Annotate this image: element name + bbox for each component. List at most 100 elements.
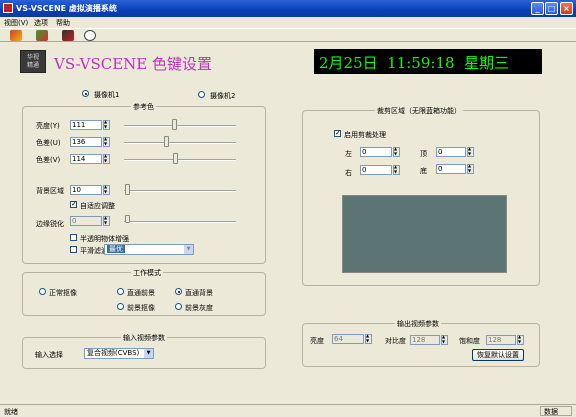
color-u-slider[interactable] [164, 136, 169, 147]
main-panel: 华视 精通 VS-VSCENE 色键设置 2月25日 11:59:18 星期三 … [2, 44, 574, 402]
crop-left-spin[interactable] [393, 146, 400, 157]
crop-enable-checkbox[interactable]: ✓ [334, 130, 341, 137]
mode-normal-label: 正常抠像 [49, 289, 77, 297]
smooth-checkbox[interactable] [70, 246, 77, 253]
chevron-down-icon[interactable]: ▼ [184, 245, 193, 254]
mode-direct-bg-label: 直通背景 [185, 289, 213, 297]
mode-fg-key-label: 前景抠像 [127, 304, 155, 312]
crop-bottom-spin[interactable] [467, 163, 474, 174]
logo: 华视 精通 [20, 50, 46, 73]
menu-view[interactable]: 视图(V) [4, 18, 28, 28]
input-video-title: 输入视频参数 [121, 333, 167, 343]
smooth-select[interactable]: 最优 ▼ [104, 244, 194, 255]
title-bar: VS-VSCENE 虚拟演播系统 _ □ × [0, 0, 576, 17]
crop-left-input[interactable]: 0 [360, 147, 392, 157]
menu-options[interactable]: 选项 [34, 18, 48, 28]
brightness-slider-track [124, 125, 236, 127]
bg-area-label: 背景区域 [36, 187, 64, 195]
input-select-label: 输入选择 [35, 351, 63, 359]
color-v-spin[interactable] [103, 153, 110, 164]
brightness-spin[interactable] [103, 119, 110, 130]
reset-defaults-button[interactable]: 恢复默认设置 [472, 349, 524, 361]
crop-title: 裁剪区域（无限蓝箱功能） [375, 106, 463, 116]
status-bar: 就绪 数据 [0, 404, 576, 416]
exit-icon[interactable] [10, 30, 22, 41]
edge-sharpen-spin[interactable] [103, 215, 110, 226]
output-video-title: 输出视频参数 [395, 319, 441, 329]
app-icon [3, 3, 13, 13]
saturation-label: 饱和度 [459, 337, 480, 345]
color-u-slider-track [124, 142, 236, 144]
color-u-label: 色差(U) [36, 139, 61, 147]
crop-right-spin[interactable] [393, 164, 400, 175]
bg-area-input[interactable]: 10 [70, 185, 102, 195]
crop-preview[interactable] [342, 195, 507, 273]
crop-right-input[interactable]: 0 [360, 165, 392, 175]
toolbar [0, 28, 576, 42]
work-mode-title: 工作模式 [131, 268, 163, 278]
adaptive-label: 自适应调整 [80, 202, 115, 210]
brightness-slider[interactable] [172, 119, 177, 130]
contrast-input[interactable]: 128 [410, 335, 440, 345]
crop-enable-label: 启用剪裁处理 [344, 131, 386, 139]
saturation-spin[interactable] [517, 334, 524, 345]
contrast-spin[interactable] [441, 334, 448, 345]
bg-area-spin[interactable] [103, 184, 110, 195]
crop-top-input[interactable]: 0 [436, 147, 466, 157]
saturation-input[interactable]: 128 [486, 335, 516, 345]
menu-bar: 视图(V) 选项 帮助 [0, 17, 576, 28]
crop-left-label: 左 [345, 150, 352, 158]
input-select-value: 复合视频(CVBS) [87, 349, 140, 357]
crop-top-spin[interactable] [467, 146, 474, 157]
camera2-label: 摄像机2 [210, 92, 236, 100]
camera1-radio[interactable] [82, 90, 89, 97]
out-brightness-input[interactable]: 64 [332, 334, 364, 344]
edge-sharpen-slider-track [124, 221, 236, 223]
edge-sharpen-slider[interactable] [125, 215, 130, 223]
mode-normal-radio[interactable] [39, 288, 46, 295]
mode-direct-fg-radio[interactable] [117, 288, 124, 295]
translucent-label: 半透明物体增强 [80, 235, 129, 243]
crop-bottom-input[interactable]: 0 [436, 164, 466, 174]
out-brightness-spin[interactable] [365, 333, 372, 344]
brightness-input[interactable]: 111 [70, 120, 102, 130]
clock-icon[interactable] [84, 30, 96, 41]
ref-color-title: 参考色 [131, 102, 156, 112]
crop-top-label: 顶 [420, 150, 427, 158]
chevron-down-icon[interactable]: ▼ [144, 349, 153, 358]
clock-text: 2月25日 11:59:18 星期三 [319, 54, 510, 72]
input-select[interactable]: 复合视频(CVBS) ▼ [84, 348, 154, 359]
smooth-select-value: 最优 [107, 245, 125, 253]
out-brightness-label: 亮度 [310, 337, 324, 345]
edge-sharpen-input[interactable]: 0 [70, 216, 102, 226]
minimize-button[interactable]: _ [531, 2, 544, 15]
adaptive-checkbox[interactable]: ✓ [70, 201, 77, 208]
color-u-spin[interactable] [103, 136, 110, 147]
menu-help[interactable]: 帮助 [56, 18, 70, 28]
color-v-label: 色差(V) [36, 156, 61, 164]
crop-right-label: 右 [345, 169, 352, 177]
close-button[interactable]: × [560, 2, 573, 15]
edge-sharpen-label: 边缘锐化 [36, 220, 64, 228]
crop-bottom-label: 底 [420, 167, 427, 175]
display-icon[interactable] [62, 30, 74, 41]
mode-fg-key-radio[interactable] [117, 303, 124, 310]
mode-fg-gray-radio[interactable] [175, 303, 182, 310]
camera1-label: 摄像机1 [94, 91, 120, 99]
color-v-input[interactable]: 114 [70, 154, 102, 164]
mode-fg-gray-label: 前景灰度 [185, 304, 213, 312]
mode-direct-fg-label: 直通前景 [127, 289, 155, 297]
brightness-label: 亮度(Y) [36, 122, 60, 130]
bg-area-slider[interactable] [125, 184, 130, 195]
camera2-radio[interactable] [198, 91, 205, 98]
camera-icon[interactable] [36, 30, 48, 41]
color-v-slider[interactable] [173, 153, 178, 164]
contrast-label: 对比度 [385, 337, 406, 345]
window-title: VS-VSCENE 虚拟演播系统 [16, 4, 117, 13]
mode-direct-bg-radio[interactable] [175, 288, 182, 295]
bg-area-slider-track [124, 190, 236, 192]
maximize-button[interactable]: □ [545, 2, 558, 15]
page-title: VS-VSCENE 色键设置 [54, 55, 213, 73]
translucent-checkbox[interactable] [70, 234, 77, 241]
color-u-input[interactable]: 136 [70, 137, 102, 147]
